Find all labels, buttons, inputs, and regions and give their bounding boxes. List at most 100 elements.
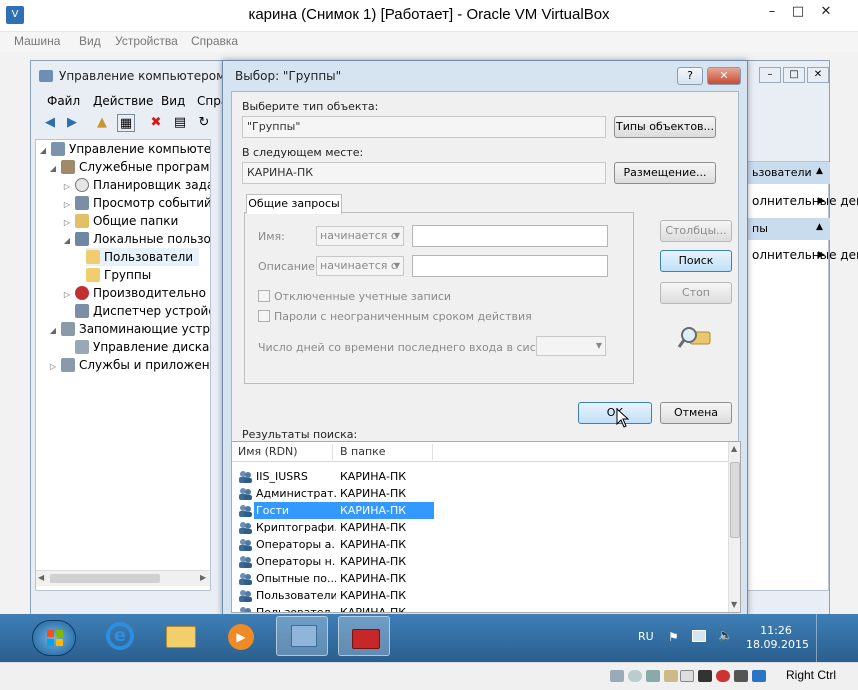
- collapse-icon[interactable]: ▲: [816, 166, 823, 176]
- display-icon[interactable]: [680, 670, 694, 682]
- expand-icon[interactable]: ▷: [62, 286, 72, 304]
- cm-maximize-button[interactable]: □: [783, 67, 805, 83]
- menu-machine[interactable]: Машина: [14, 34, 60, 48]
- flag-icon[interactable]: ⚑: [668, 630, 679, 644]
- result-row[interactable]: Криптографи... КАРИНА-ПК: [232, 519, 728, 536]
- column-header-folder[interactable]: В папке: [340, 445, 386, 458]
- cm-close-button[interactable]: ✕: [807, 67, 829, 83]
- tree-item[interactable]: ◢ Локальные пользо: [62, 230, 210, 250]
- refresh-icon[interactable]: ↻: [195, 114, 213, 132]
- minimize-button[interactable]: –: [760, 2, 784, 22]
- explorer-taskbar-icon[interactable]: [154, 616, 206, 656]
- tree-item[interactable]: ▷ Просмотр событий: [62, 194, 210, 212]
- name-label: Имя:: [258, 230, 285, 243]
- scroll-right-icon[interactable]: ▶: [200, 573, 206, 582]
- collapse-icon[interactable]: ◢: [48, 322, 58, 340]
- tree-item[interactable]: ▷ Общие папки: [62, 212, 178, 230]
- collapse-icon[interactable]: ◢: [38, 142, 48, 160]
- folder-icon: [86, 250, 100, 264]
- result-row[interactable]: Администрат... КАРИНА-ПК: [232, 485, 728, 502]
- ie-taskbar-icon[interactable]: e: [94, 616, 146, 656]
- maximize-button[interactable]: □: [786, 2, 810, 22]
- tree-item[interactable]: Диспетчер устройс: [75, 302, 210, 320]
- ok-button[interactable]: ОК: [578, 402, 652, 424]
- disk-status-icon[interactable]: [610, 670, 624, 682]
- close-button[interactable]: ✕: [814, 2, 838, 22]
- scroll-down-icon[interactable]: ▼: [731, 600, 737, 609]
- tree-item[interactable]: ▷ Производительно: [62, 284, 206, 302]
- result-row[interactable]: Пользовател... КАРИНА-ПК: [232, 604, 728, 612]
- back-icon[interactable]: ◀: [41, 114, 59, 132]
- scroll-left-icon[interactable]: ◀: [38, 573, 44, 582]
- video-capture-icon[interactable]: [716, 670, 730, 682]
- description-input[interactable]: [412, 255, 608, 277]
- actions-header[interactable]: ьзователи ▲: [748, 162, 830, 184]
- tree-item[interactable]: ▷ Службы и приложени: [48, 356, 210, 376]
- network-icon[interactable]: [692, 630, 706, 642]
- menu-devices[interactable]: Устройства: [115, 34, 178, 48]
- start-button[interactable]: [32, 620, 76, 656]
- result-row[interactable]: Пользователи КАРИНА-ПК: [232, 587, 728, 604]
- actions-header[interactable]: пы ▲: [748, 218, 830, 240]
- result-row[interactable]: Опытные по... КАРИНА-ПК: [232, 570, 728, 587]
- tree-item[interactable]: ◢ Запоминающие устро: [48, 320, 210, 340]
- help-button[interactable]: ?: [677, 67, 703, 85]
- toolbox-taskbar-icon[interactable]: [338, 616, 390, 656]
- tree-item[interactable]: ◢Управление компьютером: [38, 140, 210, 160]
- tree-item[interactable]: Пользователи: [86, 248, 200, 266]
- network-adapter-icon[interactable]: [698, 670, 712, 682]
- collapse-icon[interactable]: ◢: [48, 160, 58, 178]
- results-vertical-scrollbar[interactable]: ▲ ▼: [728, 442, 740, 612]
- tree-horizontal-scrollbar[interactable]: ◀ ▶: [36, 570, 210, 586]
- cancel-button[interactable]: Отмена: [660, 402, 732, 424]
- location-button[interactable]: Размещение...: [614, 162, 716, 184]
- tree-item[interactable]: ◢ Служебные программ: [48, 158, 210, 178]
- show-desktop-button[interactable]: [816, 614, 828, 662]
- tree-item[interactable]: Группы: [86, 266, 151, 284]
- result-row[interactable]: Операторы н... КАРИНА-ПК: [232, 553, 728, 570]
- usb-icon[interactable]: [646, 670, 660, 682]
- virtualbox-window: V карина (Снимок 1) [Работает] - Oracle …: [0, 0, 858, 690]
- column-header-name[interactable]: Имя (RDN): [238, 445, 298, 458]
- name-input[interactable]: [412, 225, 608, 247]
- volume-icon[interactable]: 🔈: [718, 628, 733, 642]
- dialog-close-button[interactable]: ✕: [707, 67, 741, 85]
- menu-help[interactable]: Справка: [191, 34, 238, 48]
- menu-file[interactable]: Файл: [47, 94, 80, 108]
- delete-icon[interactable]: ✖: [147, 114, 165, 132]
- mouse-integration-icon[interactable]: [734, 670, 748, 682]
- expand-icon[interactable]: ▷: [48, 358, 58, 376]
- object-types-button[interactable]: Типы объектов...: [614, 116, 716, 138]
- collapse-icon[interactable]: ◢: [62, 232, 72, 250]
- collapse-icon[interactable]: ▲: [816, 222, 823, 232]
- result-row[interactable]: IIS_IUSRS КАРИНА-ПК: [232, 468, 728, 485]
- scroll-thumb[interactable]: [730, 462, 740, 538]
- properties-icon[interactable]: ▤: [171, 114, 189, 132]
- language-indicator[interactable]: RU: [638, 630, 654, 643]
- group-icon: [238, 589, 252, 602]
- forward-icon[interactable]: ▶: [63, 114, 81, 132]
- scroll-thumb[interactable]: [50, 574, 160, 583]
- media-player-taskbar-icon[interactable]: ▶: [214, 616, 266, 656]
- more-actions-item[interactable]: олнительные дей...: [752, 248, 858, 262]
- show-tree-icon[interactable]: ▦: [117, 114, 135, 132]
- scroll-up-icon[interactable]: ▲: [731, 444, 737, 453]
- up-folder-icon[interactable]: ▲: [93, 114, 111, 132]
- shared-folder-icon[interactable]: [664, 670, 678, 682]
- more-actions-item[interactable]: олнительные дей...: [752, 194, 858, 208]
- result-row[interactable]: Операторы а... КАРИНА-ПК: [232, 536, 728, 553]
- clock[interactable]: 11:26 18.09.2015: [746, 624, 809, 652]
- menu-action[interactable]: Действие: [93, 94, 153, 108]
- tree-item[interactable]: Управление дискам: [75, 338, 210, 356]
- optical-drive-icon[interactable]: [628, 670, 642, 682]
- menu-view[interactable]: Вид: [161, 94, 185, 108]
- clock-date: 18.09.2015: [746, 638, 809, 651]
- result-row[interactable]: Гости КАРИНА-ПК: [232, 502, 728, 519]
- menu-view[interactable]: Вид: [79, 34, 101, 48]
- tree-item[interactable]: ▷ Планировщик зада: [62, 176, 210, 194]
- search-button[interactable]: Поиск: [660, 250, 732, 272]
- arrow-down-icon[interactable]: [752, 670, 766, 682]
- cm-minimize-button[interactable]: –: [759, 67, 781, 83]
- tab-common-queries[interactable]: Общие запросы: [246, 194, 342, 214]
- computer-management-taskbar-icon[interactable]: [276, 616, 328, 656]
